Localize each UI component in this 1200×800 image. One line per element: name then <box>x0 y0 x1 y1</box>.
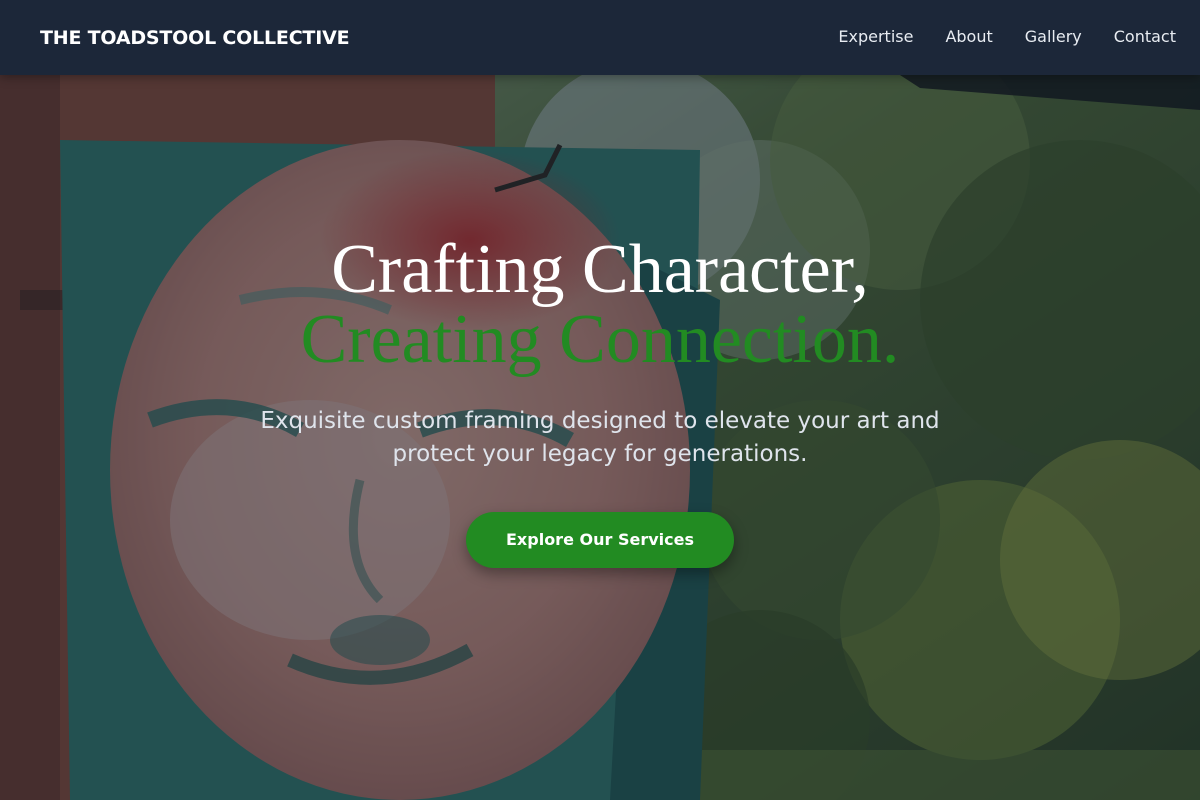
hero-headline-line1: Crafting Character, <box>331 231 869 308</box>
nav-link-expertise[interactable]: Expertise <box>838 25 913 49</box>
nav-links: Expertise About Gallery Contact <box>838 25 1176 49</box>
nav-link-contact[interactable]: Contact <box>1114 25 1176 49</box>
hero-headline-line2: Creating Connection. <box>300 301 900 378</box>
explore-services-button[interactable]: Explore Our Services <box>466 512 734 568</box>
hero-section: Crafting Character, Creating Connection.… <box>0 235 1200 568</box>
nav-link-gallery[interactable]: Gallery <box>1025 25 1082 49</box>
brand-logo-text[interactable]: THE TOADSTOOL COLLECTIVE <box>40 25 350 51</box>
top-navigation-bar: THE TOADSTOOL COLLECTIVE Expertise About… <box>0 0 1200 75</box>
hero-headline: Crafting Character, Creating Connection. <box>0 235 1200 375</box>
nav-link-about[interactable]: About <box>945 25 992 49</box>
hero-subtitle: Exquisite custom framing designed to ele… <box>260 408 940 467</box>
